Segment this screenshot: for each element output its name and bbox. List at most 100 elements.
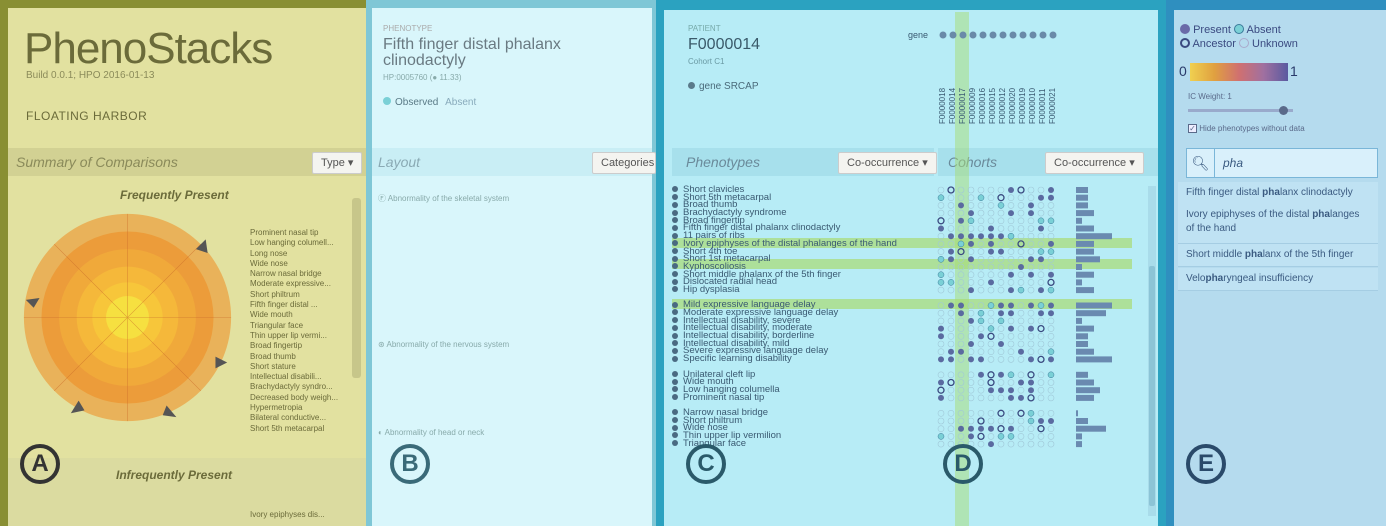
sunburst-legend-item[interactable]: Thin upper lip vermi... xyxy=(250,331,338,341)
matrix-cell xyxy=(987,325,995,332)
sunburst-legend-item[interactable]: Broad thumb xyxy=(250,352,338,362)
patient-column-id[interactable]: F0000012 xyxy=(998,84,1007,124)
matrix-scrollbar[interactable] xyxy=(1148,186,1156,516)
search-result-item[interactable]: Velopharyngeal insufficiency xyxy=(1178,268,1378,291)
matrix-cell xyxy=(947,194,955,201)
patient-column-id[interactable]: F0000019 xyxy=(1018,84,1027,124)
phenotype-overline: PHENOTYPE xyxy=(383,24,433,33)
matrix-cell xyxy=(987,302,995,309)
matrix-cell xyxy=(998,310,1004,317)
sunburst-legend-item[interactable]: Intellectual disabili... xyxy=(250,372,338,382)
matrix-cell xyxy=(988,225,994,232)
sunburst-legend-item[interactable]: Decreased body weigh... xyxy=(250,393,338,403)
matrix-cell xyxy=(1047,325,1055,332)
sunburst-legend-item[interactable]: Broad fingertip xyxy=(250,341,338,351)
phenotype-row[interactable]: Prominent nasal tip xyxy=(672,392,897,402)
count-bar xyxy=(1076,210,1094,217)
matrix-cell xyxy=(957,379,965,386)
hide-phenotypes-checkbox[interactable]: ✓ Hide phenotypes without data xyxy=(1188,124,1305,133)
gene-dot xyxy=(1029,31,1037,39)
search-result-item[interactable]: Short middle phalanx of the 5th finger xyxy=(1178,244,1378,267)
matrix-cell xyxy=(968,433,974,440)
sunburst-legend-item[interactable]: Long nose xyxy=(250,249,338,259)
phenotype-dot xyxy=(672,209,678,216)
matrix-cell xyxy=(937,309,945,317)
cohorts-cooccurrence-button[interactable]: Co-occurrence ▾ xyxy=(1045,152,1144,174)
patient-column-id[interactable]: F0000009 xyxy=(968,84,977,124)
search-icon[interactable]: 🔍︎ xyxy=(1187,149,1215,177)
phenotypes-cooccurrence-button[interactable]: Co-occurrence ▾ xyxy=(838,152,937,174)
patient-column-id[interactable]: F0000016 xyxy=(978,84,987,124)
sunburst-legend-item[interactable]: Hypermetropia xyxy=(250,403,338,413)
scrollbar[interactable] xyxy=(352,198,361,378)
matrix-cell xyxy=(1047,225,1055,232)
build-info: Build 0.0.1; HPO 2016-01-13 xyxy=(26,70,155,81)
search-box[interactable]: 🔍︎ pha xyxy=(1186,148,1378,178)
matrix-cell xyxy=(988,279,994,286)
matrix-cell xyxy=(988,233,994,240)
phenotype-row[interactable]: Hip dysplasia xyxy=(672,285,897,294)
count-bar xyxy=(1076,317,1082,324)
patient-column-id[interactable]: F0000011 xyxy=(1038,84,1047,124)
matrix-cell xyxy=(957,333,965,340)
phenotype-row[interactable]: Specific learning disability xyxy=(672,354,897,363)
matrix-cell xyxy=(1007,256,1015,263)
search-result-item[interactable]: Ivory epiphyses of the distal phalanges … xyxy=(1178,204,1378,244)
patient-column-id[interactable]: F0000021 xyxy=(1048,84,1057,124)
matrix-cell xyxy=(1048,418,1054,424)
patient-column-id[interactable]: F0000017 xyxy=(958,84,967,124)
sunburst-legend-item[interactable]: Fifth finger distal ... xyxy=(250,300,338,310)
type-button[interactable]: Type ▾ xyxy=(312,152,363,174)
sunburst-legend: Prominent nasal tip Low hanging columell.… xyxy=(250,228,338,434)
sunburst-legend-item[interactable]: Wide mouth xyxy=(250,310,338,320)
count-bar xyxy=(1076,264,1082,270)
category-head-neck[interactable]: ◐ Abnormality of head or neck xyxy=(378,428,484,437)
legend-markers: Present Absent Ancestor Unknown xyxy=(1180,23,1298,51)
matrix-cell xyxy=(977,317,985,325)
matrix-cell xyxy=(987,356,995,363)
matrix-cell xyxy=(997,225,1005,232)
sunburst-legend-item[interactable]: Bilateral conductive... xyxy=(250,413,338,423)
sunburst-legend-item[interactable]: Moderate expressive... xyxy=(250,279,338,289)
matrix-cell xyxy=(1048,271,1054,278)
ic-weight-slider[interactable] xyxy=(1188,106,1293,115)
patient-column-id[interactable]: F0000010 xyxy=(1028,84,1037,124)
matrix-cell xyxy=(1027,232,1035,240)
category-nervous[interactable]: ⊛ Abnormality of the nervous system xyxy=(378,340,509,349)
hpo-id: HP:0005760 (● 11.33) xyxy=(383,73,462,82)
matrix-cell xyxy=(947,394,955,402)
categories-button[interactable]: Categories ▾ xyxy=(592,152,656,174)
matrix-cell xyxy=(937,240,945,248)
category-skeletal[interactable]: Ⓕ Abnormality of the skeletal system xyxy=(378,193,509,204)
sunburst-legend-item[interactable]: Wide nose xyxy=(250,259,338,269)
sunburst-chart[interactable] xyxy=(20,210,235,425)
sunburst-legend-item[interactable]: Low hanging columell... xyxy=(250,238,338,248)
matrix-cell xyxy=(1018,264,1024,270)
sunburst-legend-item[interactable]: Brachydactyly syndro... xyxy=(250,382,338,392)
sunburst-legend-item[interactable]: Triangular face xyxy=(250,321,338,331)
matrix-cell xyxy=(947,410,955,417)
count-bar xyxy=(1076,256,1100,263)
search-input[interactable]: pha xyxy=(1223,156,1243,170)
search-result-item[interactable]: Fifth finger distal phalanx clinodactyly xyxy=(1178,182,1378,205)
patient-column-id[interactable]: F0000018 xyxy=(938,84,947,124)
patient-column-id[interactable]: F0000020 xyxy=(1008,84,1017,124)
matrix-cell xyxy=(1007,240,1015,248)
sunburst-legend-item[interactable]: Short stature xyxy=(250,362,338,372)
sunburst-legend-item[interactable]: Narrow nasal bridge xyxy=(250,269,338,279)
matrix-cell xyxy=(1017,209,1025,217)
observation-toggle[interactable]: Observed Absent xyxy=(383,97,476,108)
slider-knob[interactable] xyxy=(1278,106,1288,115)
matrix-cell xyxy=(967,333,975,340)
matrix-cell xyxy=(958,233,964,240)
patient-column-id[interactable]: F0000015 xyxy=(988,84,997,124)
patient-column-id[interactable]: F0000014 xyxy=(948,84,957,124)
sunburst-legend-item[interactable]: Prominent nasal tip xyxy=(250,228,338,238)
matrix-cell xyxy=(987,317,995,325)
sunburst-legend-item[interactable]: Short 5th metacarpal xyxy=(250,424,338,434)
matrix-cell xyxy=(998,233,1004,240)
matrix-cell xyxy=(957,186,965,194)
sunburst-legend-item[interactable]: Short philtrum xyxy=(250,290,338,300)
matrix-cell xyxy=(947,317,955,325)
count-bar xyxy=(1076,371,1088,378)
